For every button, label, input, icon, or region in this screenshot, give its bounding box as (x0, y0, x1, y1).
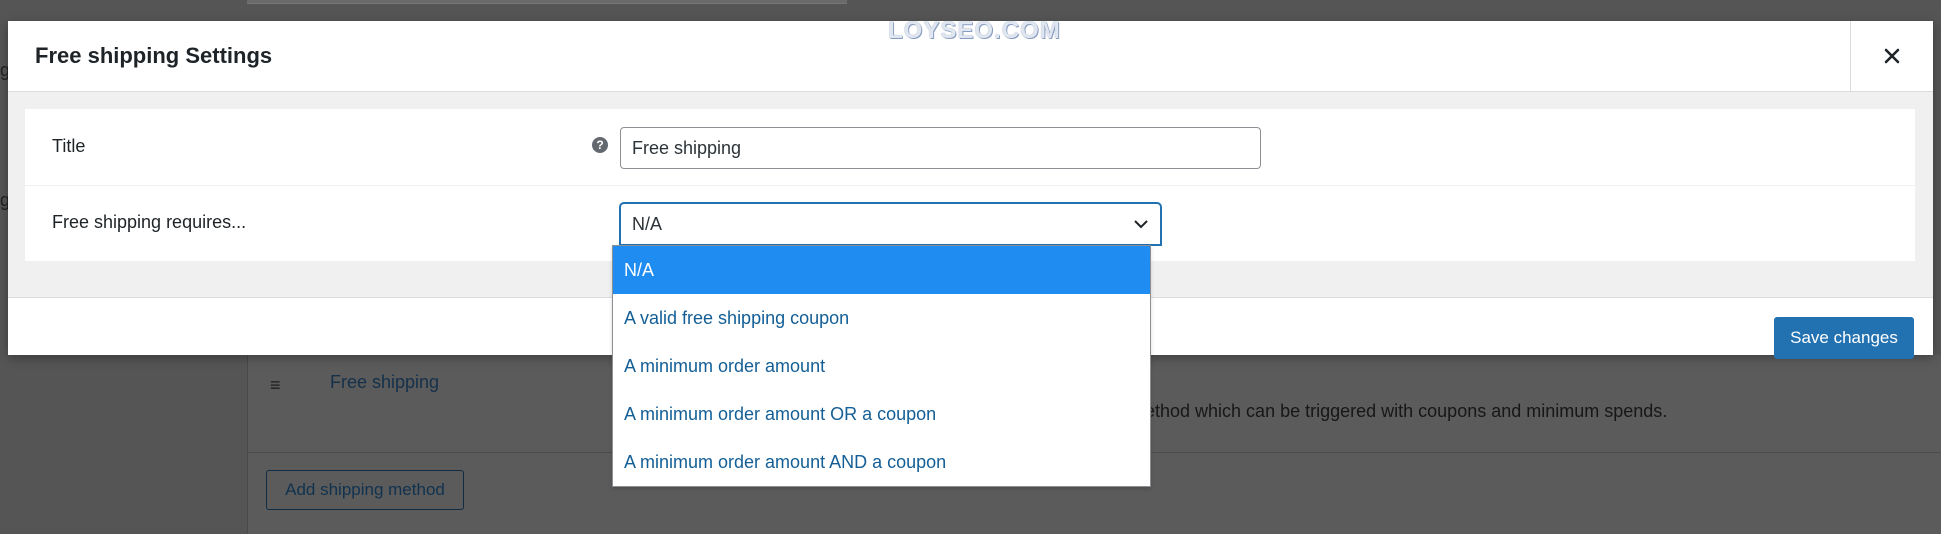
title-label: Title (52, 136, 86, 156)
shipping-method-name[interactable]: Free shipping (330, 372, 439, 393)
drag-handle-icon[interactable]: ≡ (270, 376, 286, 394)
close-icon (1884, 48, 1900, 64)
title-input[interactable] (620, 127, 1261, 169)
requires-select[interactable]: N/A (620, 203, 1161, 245)
shipping-method-description: method which can be triggered with coupo… (1130, 401, 1668, 421)
modal-header: Free shipping Settings LOYSEO.COM (8, 17, 1933, 92)
requires-dropdown-list: N/A A valid free shipping coupon A minim… (612, 245, 1151, 487)
dropdown-option[interactable]: N/A (613, 246, 1150, 294)
close-button[interactable] (1850, 21, 1933, 91)
dropdown-option[interactable]: A valid free shipping coupon (613, 294, 1150, 342)
settings-form: Title ? Free shipping requires... N/A (25, 109, 1915, 261)
question-mark-icon[interactable]: ? (592, 137, 608, 153)
title-row: Title ? (25, 109, 1915, 186)
dropdown-option[interactable]: A minimum order amount (613, 342, 1150, 390)
requires-select-value: N/A (632, 213, 663, 234)
background-topbar (247, 0, 847, 4)
watermark: LOYSEO.COM (888, 17, 1061, 44)
requires-label: Free shipping requires... (52, 212, 247, 232)
add-shipping-method-button[interactable]: Add shipping method (266, 470, 464, 510)
chevron-down-icon (1134, 220, 1148, 229)
dropdown-option[interactable]: A minimum order amount OR a coupon (613, 390, 1150, 438)
dropdown-option[interactable]: A minimum order amount AND a coupon (613, 438, 1150, 486)
modal-title: Free shipping Settings (35, 43, 273, 68)
save-changes-button[interactable]: Save changes (1774, 317, 1914, 359)
